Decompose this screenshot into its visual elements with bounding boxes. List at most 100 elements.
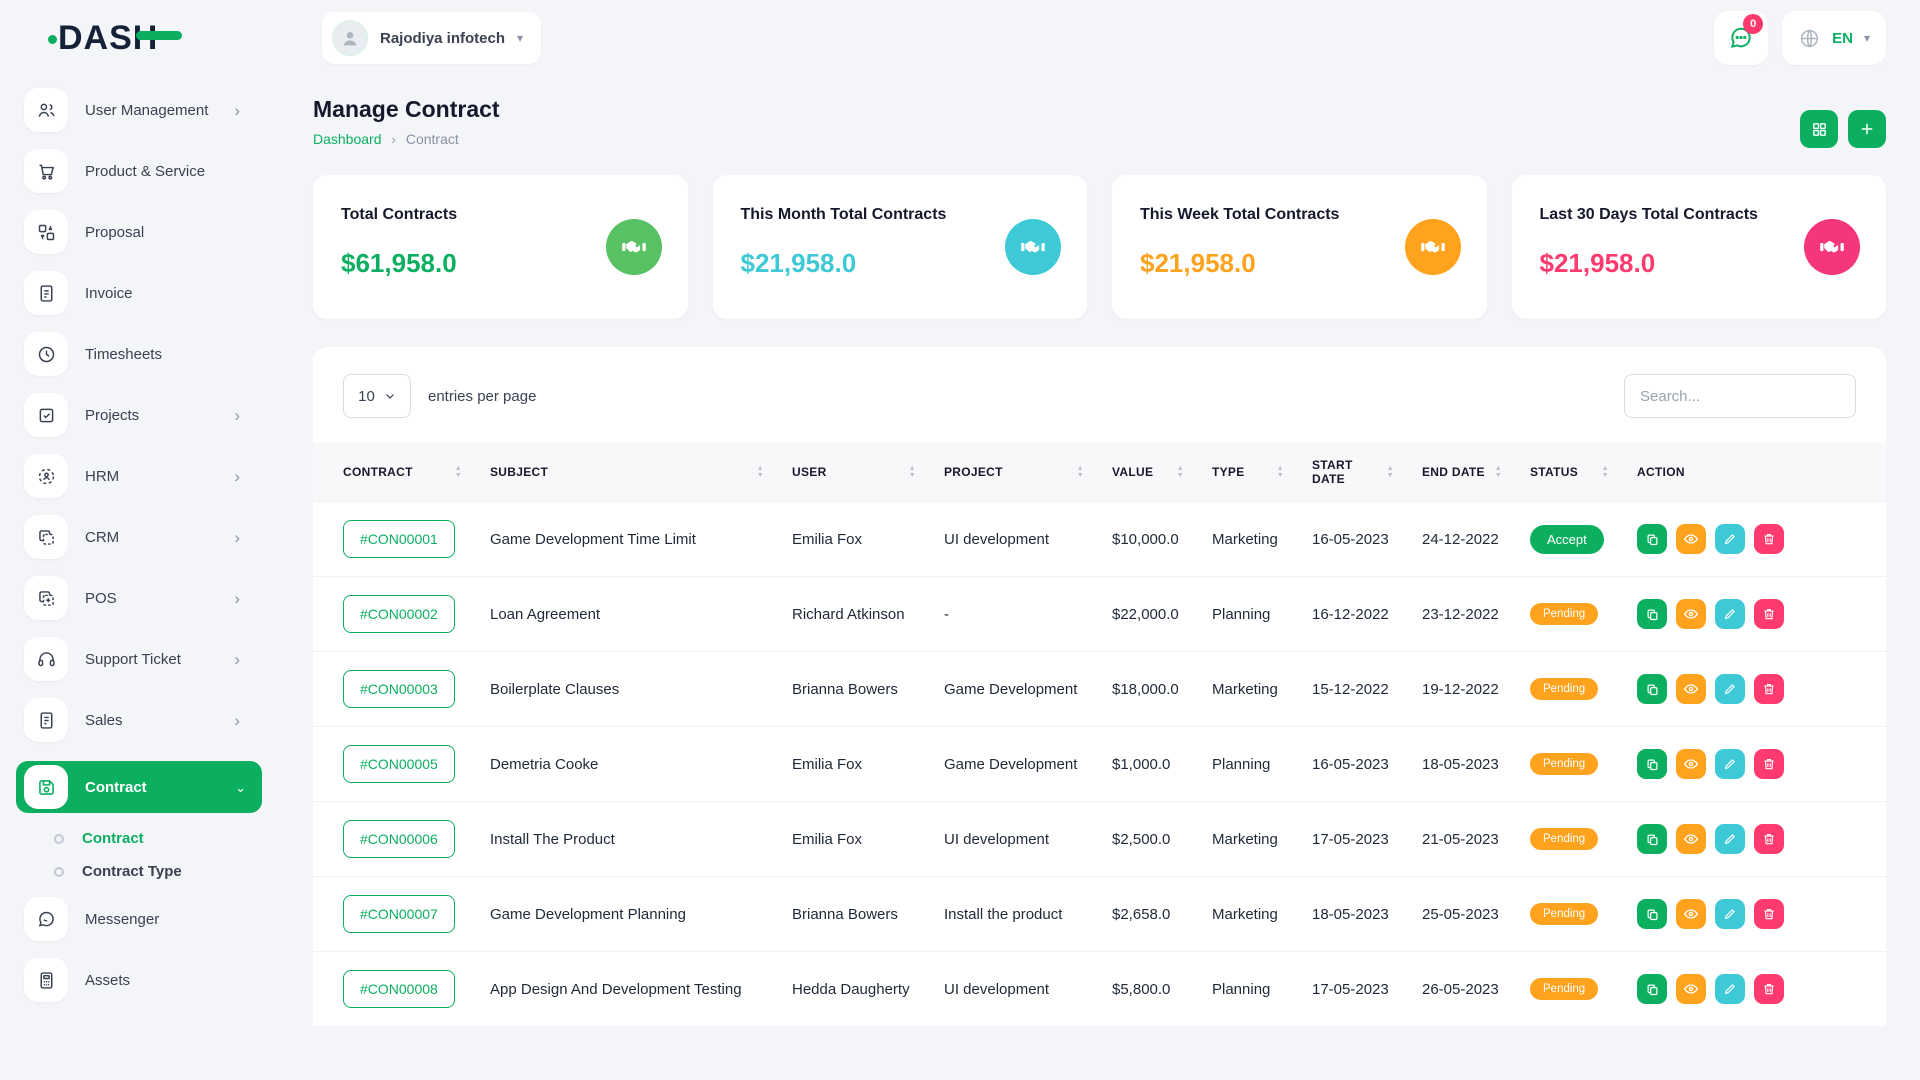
duplicate-button[interactable] [1637, 674, 1667, 704]
grid-view-button[interactable] [1800, 110, 1838, 148]
sidebar-item-product-service[interactable]: Product & Service [24, 149, 250, 193]
brand-logo[interactable]: DASH [58, 19, 182, 58]
duplicate-button[interactable] [1637, 974, 1667, 1004]
edit-button[interactable] [1715, 824, 1745, 854]
sidebar-item-timesheets[interactable]: Timesheets [24, 332, 250, 376]
contract-id-link[interactable]: #CON00002 [343, 595, 455, 633]
delete-button[interactable] [1754, 524, 1784, 554]
sort-icon[interactable]: ▲▼ [757, 465, 764, 479]
sort-icon[interactable]: ▲▼ [1177, 465, 1184, 479]
user-cell: Brianna Bowers [780, 877, 932, 952]
language-selector[interactable]: EN ▾ [1782, 11, 1886, 65]
sidebar-item-assets[interactable]: Assets [24, 958, 250, 1002]
user-cell: Emilia Fox [780, 502, 932, 577]
sort-icon[interactable]: ▲▼ [909, 465, 916, 479]
sidebar-item-support-ticket[interactable]: Support Ticket › [24, 637, 250, 681]
chat-button[interactable]: 0 [1714, 11, 1768, 65]
sidebar-item-projects[interactable]: Projects › [24, 393, 250, 437]
edit-button[interactable] [1715, 749, 1745, 779]
logo-dash-icon [136, 31, 182, 40]
chevron-right-icon: › [234, 468, 240, 485]
eye-icon [1683, 831, 1699, 847]
headphones-icon [24, 637, 68, 681]
column-header-start-date[interactable]: START DATE▲▼ [1300, 443, 1410, 502]
search-input[interactable] [1624, 374, 1856, 418]
view-button[interactable] [1676, 674, 1706, 704]
column-header-user[interactable]: USER▲▼ [780, 443, 932, 502]
page-head: Manage Contract Dashboard › Contract [313, 96, 1886, 148]
column-header-subject[interactable]: SUBJECT▲▼ [478, 443, 780, 502]
edit-button[interactable] [1715, 524, 1745, 554]
column-header-contract[interactable]: CONTRACT▲▼ [313, 443, 478, 502]
duplicate-button[interactable] [1637, 899, 1667, 929]
edit-button[interactable] [1715, 599, 1745, 629]
column-header-project[interactable]: PROJECT▲▼ [932, 443, 1100, 502]
eye-icon [1683, 681, 1699, 697]
edit-button[interactable] [1715, 674, 1745, 704]
column-header-value[interactable]: VALUE▲▼ [1100, 443, 1200, 502]
sidebar-item-contract[interactable]: Contract ⌄ [16, 761, 262, 813]
contract-id-link[interactable]: #CON00003 [343, 670, 455, 708]
breadcrumb-dashboard-link[interactable]: Dashboard [313, 131, 382, 147]
contract-id-link[interactable]: #CON00006 [343, 820, 455, 858]
view-button[interactable] [1676, 824, 1706, 854]
delete-button[interactable] [1754, 599, 1784, 629]
delete-button[interactable] [1754, 824, 1784, 854]
sidebar-item-pos[interactable]: POS › [24, 576, 250, 620]
subject-cell: Loan Agreement [478, 577, 780, 652]
sidebar-item-messenger[interactable]: Messenger [24, 897, 250, 941]
edit-button[interactable] [1715, 899, 1745, 929]
table-row: #CON00003 Boilerplate Clauses Brianna Bo… [313, 652, 1886, 727]
invoice-icon [24, 271, 68, 315]
sidebar-item-label: Timesheets [85, 346, 162, 363]
edit-button[interactable] [1715, 974, 1745, 1004]
eye-icon [1683, 906, 1699, 922]
contract-id-link[interactable]: #CON00005 [343, 745, 455, 783]
delete-button[interactable] [1754, 899, 1784, 929]
sidebar-item-hrm[interactable]: HRM › [24, 454, 250, 498]
view-button[interactable] [1676, 599, 1706, 629]
sort-icon[interactable]: ▲▼ [1602, 465, 1609, 479]
logo-zone: DASH [0, 19, 250, 58]
sidebar-item-invoice[interactable]: Invoice [24, 271, 250, 315]
view-button[interactable] [1676, 749, 1706, 779]
copy-icon [1645, 832, 1660, 847]
column-header-type[interactable]: TYPE▲▼ [1200, 443, 1300, 502]
submenu-item-contract[interactable]: Contract [54, 830, 250, 847]
table-header: CONTRACT▲▼ SUBJECT▲▼ USER▲▼ PROJECT▲▼ VA… [313, 443, 1886, 502]
contract-id-link[interactable]: #CON00007 [343, 895, 455, 933]
sidebar-item-sales[interactable]: Sales › [24, 698, 250, 742]
company-selector[interactable]: Rajodiya infotech ▾ [322, 12, 541, 64]
project-cell: Game Development [932, 727, 1100, 802]
delete-button[interactable] [1754, 974, 1784, 1004]
submenu-item-contract-type[interactable]: Contract Type [54, 863, 250, 880]
delete-button[interactable] [1754, 674, 1784, 704]
view-button[interactable] [1676, 899, 1706, 929]
stat-cards: Total Contracts $61,958.0 This Month Tot… [313, 175, 1886, 319]
table-controls: 10 entries per page [313, 374, 1886, 418]
table-row: #CON00007 Game Development Planning Bria… [313, 877, 1886, 952]
delete-button[interactable] [1754, 749, 1784, 779]
pencil-icon [1723, 832, 1737, 846]
add-contract-button[interactable] [1848, 110, 1886, 148]
sort-icon[interactable]: ▲▼ [455, 465, 462, 479]
contract-id-link[interactable]: #CON00008 [343, 970, 455, 1008]
sort-icon[interactable]: ▲▼ [1077, 465, 1084, 479]
duplicate-button[interactable] [1637, 599, 1667, 629]
sidebar-item-proposal[interactable]: Proposal [24, 210, 250, 254]
sidebar-item-label: HRM [85, 468, 119, 485]
view-button[interactable] [1676, 974, 1706, 1004]
column-header-status[interactable]: STATUS▲▼ [1518, 443, 1625, 502]
sidebar-item-crm[interactable]: CRM › [24, 515, 250, 559]
sort-icon[interactable]: ▲▼ [1495, 465, 1502, 479]
duplicate-button[interactable] [1637, 824, 1667, 854]
duplicate-button[interactable] [1637, 524, 1667, 554]
sidebar-item-user-management[interactable]: User Management › [24, 88, 250, 132]
entries-per-page-select[interactable]: 10 [343, 374, 411, 418]
sort-icon[interactable]: ▲▼ [1387, 465, 1394, 479]
duplicate-button[interactable] [1637, 749, 1667, 779]
sort-icon[interactable]: ▲▼ [1277, 465, 1284, 479]
contract-id-link[interactable]: #CON00001 [343, 520, 455, 558]
column-header-end-date[interactable]: END DATE▲▼ [1410, 443, 1518, 502]
view-button[interactable] [1676, 524, 1706, 554]
